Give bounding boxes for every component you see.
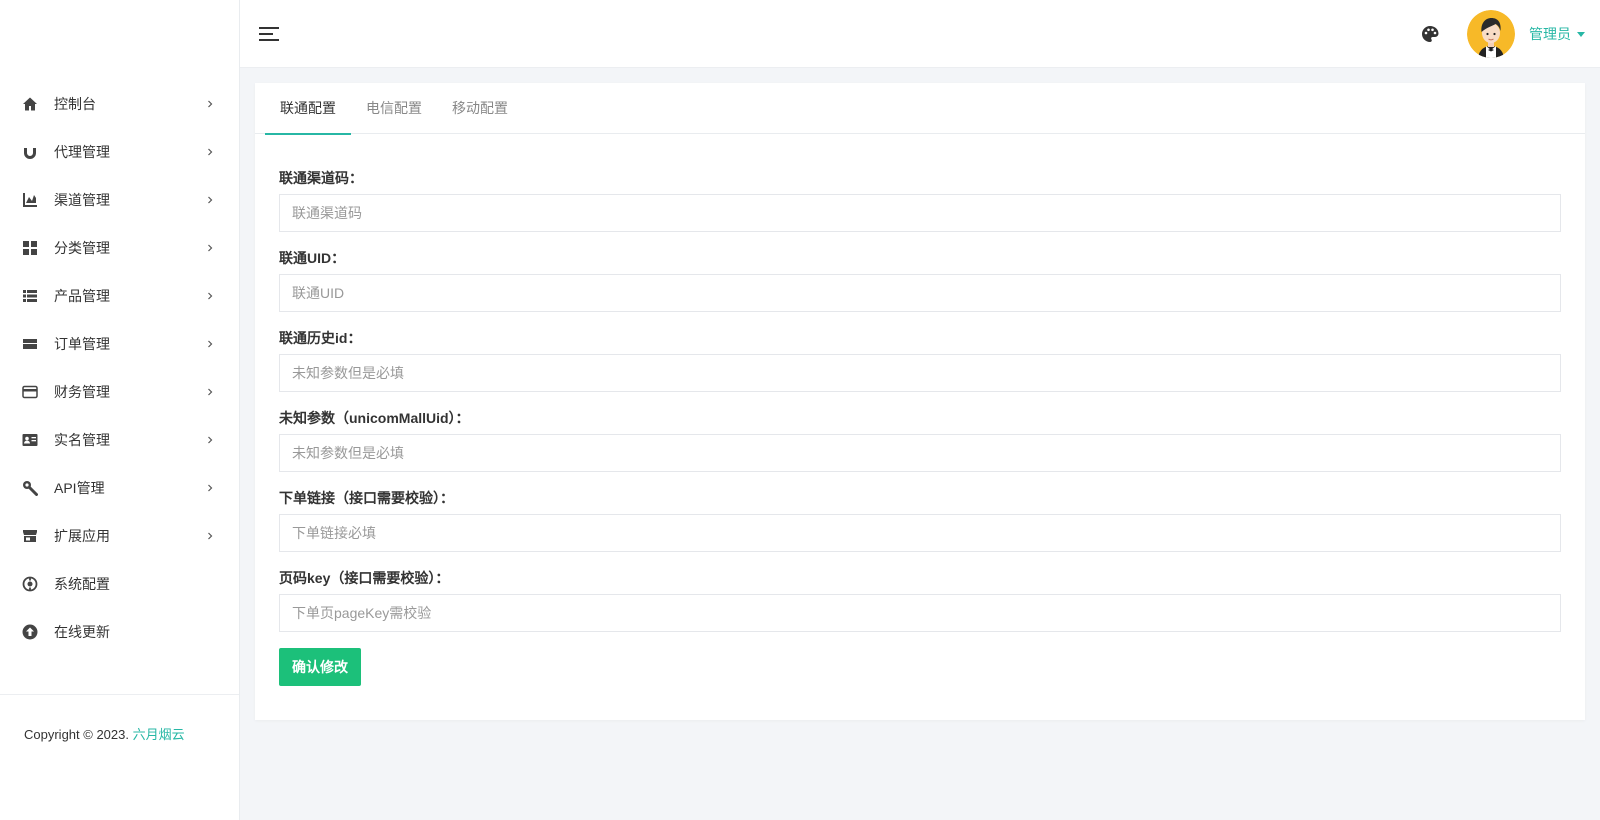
- sidebar-item-system-config[interactable]: 系统配置: [0, 560, 239, 608]
- chart-area-icon: [22, 192, 38, 208]
- credit-card-icon: [22, 384, 38, 400]
- config-card: 联通配置 电信配置 移动配置 联通渠道码： 联通UID： 联通历史id： 未知参…: [255, 83, 1585, 720]
- sidebar-item-label: 控制台: [54, 96, 96, 112]
- user-name: 管理员: [1529, 26, 1571, 42]
- chevron-right-icon: [205, 435, 215, 445]
- user-menu[interactable]: 管理员: [1529, 24, 1585, 44]
- copyright-link[interactable]: 六月烟云: [133, 727, 185, 742]
- sidebar-item-label: API管理: [54, 480, 105, 496]
- form-group-history-id: 联通历史id：: [279, 328, 1561, 392]
- sidebar-item-dashboard[interactable]: 控制台: [0, 80, 239, 128]
- sidebar-logo: [0, 0, 239, 80]
- page-key-input[interactable]: [279, 594, 1561, 632]
- mall-uid-input[interactable]: [279, 434, 1561, 472]
- sidebar-item-label: 分类管理: [54, 240, 110, 256]
- form-group-uid: 联通UID：: [279, 248, 1561, 312]
- id-card-icon: [22, 432, 38, 448]
- order-link-input[interactable]: [279, 514, 1561, 552]
- sidebar-divider: [0, 694, 239, 695]
- chevron-right-icon: [205, 387, 215, 397]
- order-icon: [22, 336, 38, 352]
- sidebar-item-agents[interactable]: 代理管理: [0, 128, 239, 176]
- settings-icon: [22, 576, 38, 592]
- chevron-right-icon: [205, 243, 215, 253]
- sidebar-item-label: 代理管理: [54, 144, 110, 160]
- sidebar-item-categories[interactable]: 分类管理: [0, 224, 239, 272]
- store-icon: [22, 528, 38, 544]
- magnet-icon: [22, 144, 38, 160]
- chevron-right-icon: [205, 339, 215, 349]
- sidebar-item-label: 订单管理: [54, 336, 110, 352]
- chevron-right-icon: [205, 195, 215, 205]
- sidebar-item-orders[interactable]: 订单管理: [0, 320, 239, 368]
- chevron-right-icon: [205, 531, 215, 541]
- sidebar-item-api[interactable]: API管理: [0, 464, 239, 512]
- sidebar: 控制台 代理管理 渠道管理 分类管理 产品管理 订单管理 财务管理 实名管理 A…: [0, 0, 240, 820]
- tab-unicom-config[interactable]: 联通配置: [265, 83, 351, 135]
- sidebar-item-label: 扩展应用: [54, 528, 110, 544]
- channel-code-input[interactable]: [279, 194, 1561, 232]
- list-icon: [22, 288, 38, 304]
- sidebar-item-label: 财务管理: [54, 384, 110, 400]
- sidebar-item-products[interactable]: 产品管理: [0, 272, 239, 320]
- avatar[interactable]: [1467, 10, 1515, 58]
- menu-toggle-icon[interactable]: [258, 24, 280, 44]
- order-link-label: 下单链接（接口需要校验）：: [279, 490, 454, 506]
- sidebar-item-label: 渠道管理: [54, 192, 110, 208]
- sidebar-item-channels[interactable]: 渠道管理: [0, 176, 239, 224]
- copyright: Copyright © 2023. 六月烟云: [24, 724, 185, 743]
- wrench-icon: [22, 480, 38, 496]
- caret-down-icon: [1577, 31, 1585, 37]
- grid-icon: [22, 240, 38, 256]
- copyright-text: Copyright © 2023.: [24, 727, 129, 742]
- form-group-channel-code: 联通渠道码：: [279, 168, 1561, 232]
- sidebar-item-label: 系统配置: [54, 576, 110, 592]
- tab-telecom-config[interactable]: 电信配置: [351, 83, 437, 134]
- history-id-input[interactable]: [279, 354, 1561, 392]
- sidebar-item-label: 实名管理: [54, 432, 110, 448]
- chevron-right-icon: [205, 483, 215, 493]
- tab-bar: 联通配置 电信配置 移动配置: [255, 83, 1585, 135]
- sidebar-item-realname[interactable]: 实名管理: [0, 416, 239, 464]
- sidebar-nav: 控制台 代理管理 渠道管理 分类管理 产品管理 订单管理 财务管理 实名管理 A…: [0, 80, 239, 656]
- sidebar-item-finance[interactable]: 财务管理: [0, 368, 239, 416]
- sidebar-item-label: 产品管理: [54, 288, 110, 304]
- history-id-label: 联通历史id：: [279, 330, 362, 346]
- sidebar-item-online-update[interactable]: 在线更新: [0, 608, 239, 656]
- palette-icon[interactable]: [1421, 25, 1439, 43]
- top-header: 管理员: [240, 0, 1600, 68]
- form-group-order-link: 下单链接（接口需要校验）：: [279, 488, 1561, 552]
- confirm-modify-button[interactable]: 确认修改: [279, 648, 361, 686]
- unicom-config-form: 联通渠道码： 联通UID： 联通历史id： 未知参数（unicomMallUid…: [255, 134, 1585, 686]
- form-group-mall-uid: 未知参数（unicomMallUid）：: [279, 408, 1561, 472]
- page-key-label: 页码key（接口需要校验）：: [279, 570, 450, 586]
- upload-icon: [22, 624, 38, 640]
- chevron-right-icon: [205, 147, 215, 157]
- mall-uid-label: 未知参数（unicomMallUid）：: [279, 410, 470, 426]
- home-icon: [22, 96, 38, 112]
- sidebar-item-extensions[interactable]: 扩展应用: [0, 512, 239, 560]
- chevron-right-icon: [205, 99, 215, 109]
- form-group-page-key: 页码key（接口需要校验）：: [279, 568, 1561, 632]
- tab-mobile-config[interactable]: 移动配置: [437, 83, 523, 134]
- sidebar-item-label: 在线更新: [54, 624, 110, 640]
- uid-label: 联通UID：: [279, 250, 346, 266]
- uid-input[interactable]: [279, 274, 1561, 312]
- chevron-right-icon: [205, 291, 215, 301]
- channel-code-label: 联通渠道码：: [279, 170, 363, 186]
